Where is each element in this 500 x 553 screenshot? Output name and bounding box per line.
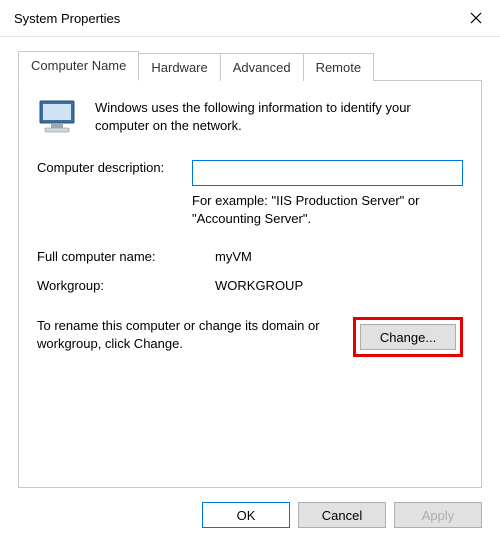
dialog-button-bar: OK Cancel Apply [0,488,500,542]
dialog-content: Computer Name Hardware Advanced Remote W… [0,37,500,488]
tab-panel-computer-name: Windows uses the following information t… [18,80,482,488]
ok-button[interactable]: OK [202,502,290,528]
rename-section: To rename this computer or change its do… [37,317,463,357]
fullname-row: Full computer name: myVM [37,245,463,264]
tab-strip: Computer Name Hardware Advanced Remote [18,51,482,80]
tab-computer-name[interactable]: Computer Name [18,51,139,81]
apply-button: Apply [394,502,482,528]
close-icon [470,12,482,24]
workgroup-value: WORKGROUP [215,274,463,293]
cancel-button[interactable]: Cancel [298,502,386,528]
description-row: Computer description: [37,156,463,186]
tab-remote[interactable]: Remote [304,53,375,81]
computer-icon [37,99,81,140]
fullname-value: myVM [215,245,463,264]
workgroup-label: Workgroup: [37,274,215,293]
rename-text: To rename this computer or change its do… [37,317,341,352]
workgroup-row: Workgroup: WORKGROUP [37,274,463,293]
tab-advanced[interactable]: Advanced [221,53,304,81]
change-button-highlight: Change... [353,317,463,357]
description-example: For example: "IIS Production Server" or … [192,192,463,227]
tab-hardware[interactable]: Hardware [139,53,220,81]
intro-text: Windows uses the following information t… [95,99,463,134]
titlebar: System Properties [0,0,500,37]
window-title: System Properties [14,11,120,26]
description-label: Computer description: [37,156,192,175]
intro-row: Windows uses the following information t… [37,99,463,140]
fullname-label: Full computer name: [37,245,215,264]
close-button[interactable] [466,8,486,28]
change-button[interactable]: Change... [360,324,456,350]
description-input[interactable] [192,160,463,186]
